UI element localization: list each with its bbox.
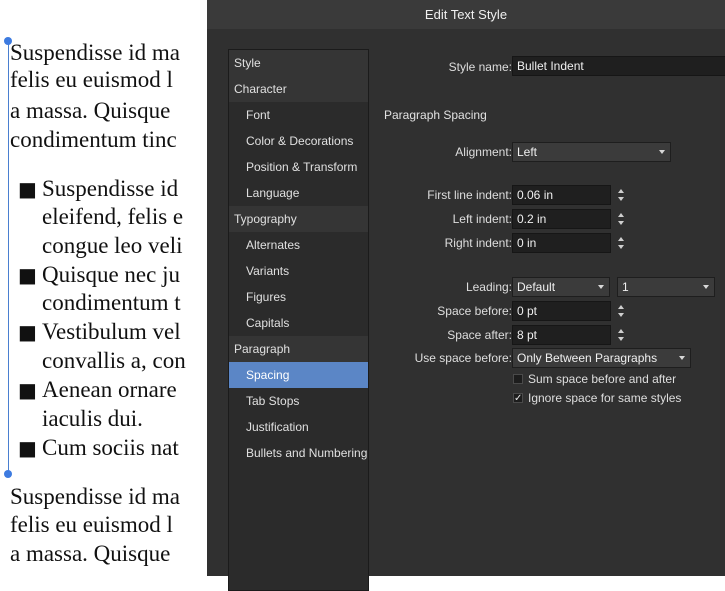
doc-line: Quisque nec ju	[42, 262, 180, 287]
first-line-indent-field[interactable]: 0.06 in	[512, 185, 611, 205]
chevron-down-icon	[598, 285, 604, 289]
doc-line: congue leo veli	[42, 233, 183, 258]
stepper-up-icon[interactable]	[618, 305, 624, 309]
right-indent-label: Right indent:	[444, 236, 512, 250]
space-before-label: Space before:	[437, 304, 512, 318]
text-frame-border	[8, 42, 9, 474]
dialog-title: Edit Text Style	[207, 0, 725, 29]
style-name-label: Style name:	[448, 60, 512, 74]
doc-line: eleifend, felis e	[42, 204, 184, 229]
doc-line: Vestibulum vel	[42, 319, 181, 344]
leading-dropdown[interactable]: Default	[512, 277, 610, 297]
ignore-space-label: Ignore space for same styles	[528, 391, 682, 405]
use-space-before-dropdown[interactable]: Only Between Paragraphs	[512, 348, 691, 368]
sidebar-item-figures[interactable]: Figures	[229, 284, 368, 310]
sidebar-item-alternates[interactable]: Alternates	[229, 232, 368, 258]
left-indent-field[interactable]: 0.2 in	[512, 209, 611, 229]
space-after-field[interactable]: 8 pt	[512, 325, 611, 345]
sidebar-item-bullets-and-numbering[interactable]: Bullets and Numbering	[229, 440, 368, 466]
alignment-dropdown[interactable]: Left	[512, 142, 671, 162]
sidebar-item-position-transform[interactable]: Position & Transform	[229, 154, 368, 180]
stepper-up-icon[interactable]	[618, 237, 624, 241]
first-line-indent-stepper[interactable]	[616, 185, 626, 205]
sidebar-item-style[interactable]: Style	[229, 50, 368, 76]
doc-line: a massa. Quisque	[10, 541, 171, 566]
doc-line: Aenean ornare	[42, 377, 177, 402]
first-line-indent-label: First line indent:	[427, 188, 512, 202]
bullet-icon: ■	[18, 263, 37, 287]
left-indent-stepper[interactable]	[616, 209, 626, 229]
doc-line: Suspendisse id ma	[10, 40, 180, 65]
doc-line: Cum sociis nat	[42, 435, 179, 460]
sidebar-item-character[interactable]: Character	[229, 76, 368, 102]
stepper-down-icon[interactable]	[618, 337, 624, 341]
stepper-down-icon[interactable]	[618, 313, 624, 317]
sum-space-checkbox[interactable]	[513, 374, 523, 384]
doc-line: condimentum t	[42, 290, 181, 315]
use-space-before-value: Only Between Paragraphs	[517, 351, 658, 365]
doc-line: felis eu euismod l	[10, 512, 173, 537]
doc-line: convallis a, con	[42, 348, 186, 373]
chevron-down-icon	[703, 285, 709, 289]
doc-line: felis eu euismod l	[10, 67, 173, 92]
stepper-up-icon[interactable]	[618, 329, 624, 333]
sidebar-item-capitals[interactable]: Capitals	[229, 310, 368, 336]
sidebar-item-color-decorations[interactable]: Color & Decorations	[229, 128, 368, 154]
doc-line: iaculis dui.	[42, 406, 143, 431]
sidebar-item-variants[interactable]: Variants	[229, 258, 368, 284]
right-indent-stepper[interactable]	[616, 233, 626, 253]
sidebar-item-typography[interactable]: Typography	[229, 206, 368, 232]
space-after-stepper[interactable]	[616, 325, 626, 345]
alignment-value: Left	[517, 145, 538, 159]
sidebar-item-justification[interactable]: Justification	[229, 414, 368, 440]
checkmark-icon: ✓	[514, 393, 523, 404]
right-indent-field[interactable]: 0 in	[512, 233, 611, 253]
sidebar-item-spacing[interactable]: Spacing	[229, 362, 368, 388]
space-after-label: Space after:	[447, 328, 512, 342]
chevron-down-icon	[659, 150, 665, 154]
leading-label: Leading:	[465, 280, 512, 294]
sidebar-item-paragraph[interactable]: Paragraph	[229, 336, 368, 362]
alignment-label: Alignment:	[455, 145, 512, 159]
stepper-up-icon[interactable]	[618, 189, 624, 193]
sidebar-item-tab-stops[interactable]: Tab Stops	[229, 388, 368, 414]
doc-line: condimentum tinc	[10, 127, 177, 152]
frame-handle-bottom[interactable]	[4, 470, 12, 478]
sum-space-label: Sum space before and after	[528, 372, 677, 386]
doc-line: Suspendisse id	[42, 176, 179, 201]
document-canvas[interactable]: Suspendisse id ma felis eu euismod l a m…	[0, 0, 207, 576]
space-before-field[interactable]: 0 pt	[512, 301, 611, 321]
style-name-field[interactable]: Bullet Indent	[512, 56, 725, 76]
stepper-down-icon[interactable]	[618, 245, 624, 249]
sidebar-item-font[interactable]: Font	[229, 102, 368, 128]
leading-multiplier-value: 1	[622, 280, 629, 294]
sidebar: Style Character Font Color & Decorations Pos…	[228, 49, 369, 591]
doc-line: Suspendisse id ma	[10, 484, 180, 509]
chevron-down-icon	[679, 356, 685, 360]
sidebar-item-language[interactable]: Language	[229, 180, 368, 206]
ignore-space-checkbox[interactable]: ✓	[513, 393, 523, 404]
stepper-down-icon[interactable]	[618, 197, 624, 201]
bullet-icon: ■	[18, 378, 37, 402]
left-indent-label: Left indent:	[452, 212, 512, 226]
bullet-icon: ■	[18, 177, 37, 201]
bullet-icon: ■	[18, 436, 37, 460]
edit-text-style-dialog: Edit Text Style Style Character Font Color …	[207, 0, 725, 591]
section-title: Paragraph Spacing	[384, 108, 487, 122]
bullet-icon: ■	[18, 320, 37, 344]
leading-multiplier-dropdown[interactable]: 1	[617, 277, 715, 297]
doc-line: a massa. Quisque	[10, 98, 171, 123]
stepper-down-icon[interactable]	[618, 221, 624, 225]
space-before-stepper[interactable]	[616, 301, 626, 321]
use-space-before-label: Use space before:	[414, 351, 512, 365]
stepper-up-icon[interactable]	[618, 213, 624, 217]
leading-value: Default	[517, 280, 556, 294]
